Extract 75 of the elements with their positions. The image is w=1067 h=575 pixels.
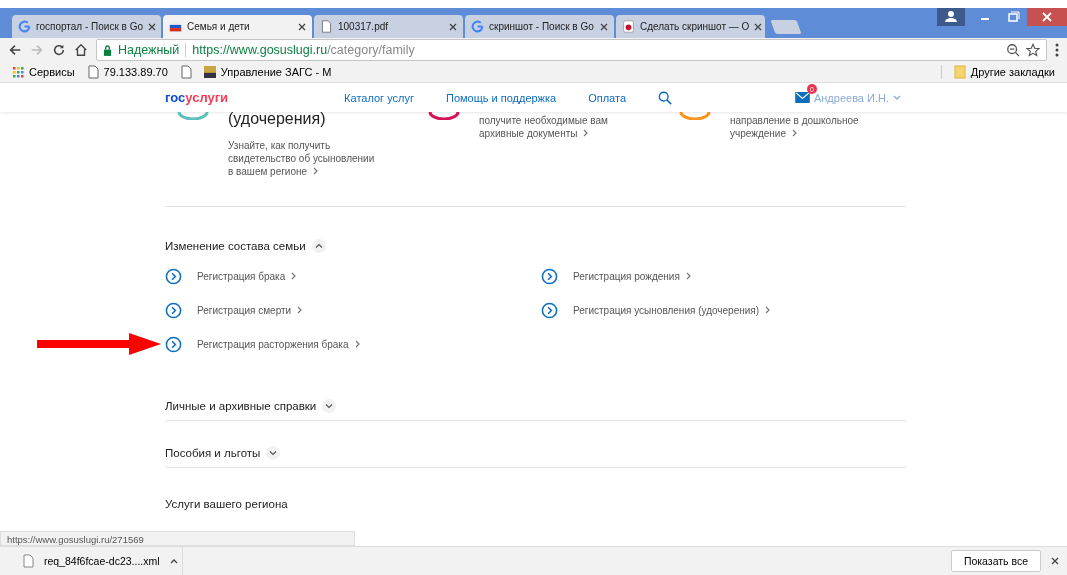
- download-item[interactable]: req_84f6fcae-dc23....xml: [22, 547, 183, 575]
- chevron-circle-icon[interactable]: [541, 301, 558, 319]
- google-g-icon: [471, 20, 484, 33]
- expand-icon[interactable]: [266, 446, 281, 460]
- chevron-circle-icon[interactable]: [541, 267, 558, 285]
- document-icon: [86, 65, 99, 79]
- profile-icon[interactable]: [937, 8, 965, 26]
- service-link[interactable]: Регистрация смерти: [197, 304, 292, 316]
- other-bookmarks[interactable]: Другие закладки: [953, 65, 1055, 79]
- browser-tab[interactable]: 100317.pdf: [314, 15, 463, 38]
- chevron-right-icon: [583, 129, 590, 137]
- close-icon[interactable]: [148, 22, 156, 31]
- chevron-right-icon: [297, 306, 304, 314]
- google-g-icon: [18, 20, 31, 33]
- document-icon: [320, 20, 333, 33]
- service-link[interactable]: Регистрация рождения: [573, 270, 680, 282]
- address-field[interactable]: Надежный https://www.gosuslugi.ru/category/family: [96, 39, 1047, 61]
- chevron-right-icon: [354, 340, 361, 348]
- browser-tab[interactable]: Семья и дети: [163, 15, 312, 38]
- bookmark[interactable]: Сервисы: [12, 65, 75, 79]
- bookmark[interactable]: [179, 65, 192, 79]
- close-icon[interactable]: [449, 22, 457, 31]
- close-icon[interactable]: [298, 22, 306, 31]
- photo-placeholder: [203, 65, 216, 79]
- document-icon: [22, 554, 34, 568]
- section-title: Услуги вашего региона: [165, 498, 289, 510]
- chevron-circle-icon[interactable]: [165, 267, 182, 285]
- chevron-right-icon: [313, 167, 320, 175]
- browser-tab[interactable]: Сделать скриншот — O: [616, 15, 765, 38]
- card-title: (удочерения): [228, 109, 327, 129]
- card-description[interactable]: получите необходимые вам архивные документы: [479, 114, 639, 140]
- bookmark[interactable]: 79.133.89.70: [86, 65, 168, 79]
- reload-icon[interactable]: [52, 43, 66, 57]
- chevron-circle-icon[interactable]: [165, 335, 182, 353]
- expand-icon[interactable]: [322, 399, 337, 413]
- chevron-right-icon: [792, 129, 798, 137]
- service-link[interactable]: Регистрация усыновления (удочерения): [573, 304, 760, 316]
- browser-tab[interactable]: госпортал - Поиск в Go: [12, 15, 161, 38]
- nav-link[interactable]: Помощь и поддержка: [445, 91, 557, 104]
- show-all-button[interactable]: Показать все: [950, 550, 1041, 572]
- nav-link[interactable]: Каталог услуг: [344, 91, 414, 104]
- chevron-right-icon: [765, 306, 772, 314]
- close-icon[interactable]: [754, 22, 763, 31]
- close-icon[interactable]: [1027, 8, 1067, 26]
- service-link[interactable]: Регистрация расторжения брака: [197, 338, 349, 350]
- section-title[interactable]: Изменение состава семьи: [165, 240, 306, 252]
- service-link[interactable]: Регистрация брака: [197, 270, 286, 282]
- bookmark[interactable]: Управление ЗАГС - М: [203, 65, 332, 79]
- close-icon[interactable]: [600, 22, 608, 31]
- extension-icon: [622, 20, 635, 33]
- nav-link[interactable]: Оплата: [588, 91, 626, 104]
- star-icon[interactable]: [1026, 43, 1040, 57]
- collapse-icon[interactable]: [311, 239, 326, 253]
- caret-icon[interactable]: [169, 558, 178, 564]
- home-icon[interactable]: [74, 43, 88, 57]
- apps-grid-icon: [12, 65, 24, 79]
- card-description[interactable]: направление в дошкольное учреждение: [730, 114, 890, 140]
- zoom-out-icon[interactable]: [1006, 43, 1020, 57]
- chevron-right-icon: [291, 272, 298, 280]
- lock-icon: [103, 44, 112, 56]
- status-url: https://www.gosuslugi.ru/271569: [0, 531, 355, 546]
- section-title[interactable]: Пособия и льготы: [165, 447, 261, 459]
- browser-tab[interactable]: скриншот - Поиск в Go: [465, 15, 614, 38]
- document-icon: [179, 65, 192, 79]
- chevron-circle-icon[interactable]: [165, 301, 182, 319]
- mail-icon[interactable]: [794, 92, 810, 103]
- back-icon[interactable]: [8, 43, 22, 57]
- menu-icon[interactable]: [1055, 43, 1059, 57]
- section-title[interactable]: Личные и архивные справки: [165, 400, 317, 412]
- folder-icon: [953, 65, 966, 79]
- search-icon[interactable]: [658, 90, 672, 105]
- chevron-right-icon: [685, 272, 692, 280]
- card-description[interactable]: Узнайте, как получить свидетельство об усыновлении в вашем регионе: [228, 139, 378, 178]
- site-logo[interactable]: госуслуги: [165, 90, 229, 105]
- close-icon[interactable]: [1051, 557, 1059, 565]
